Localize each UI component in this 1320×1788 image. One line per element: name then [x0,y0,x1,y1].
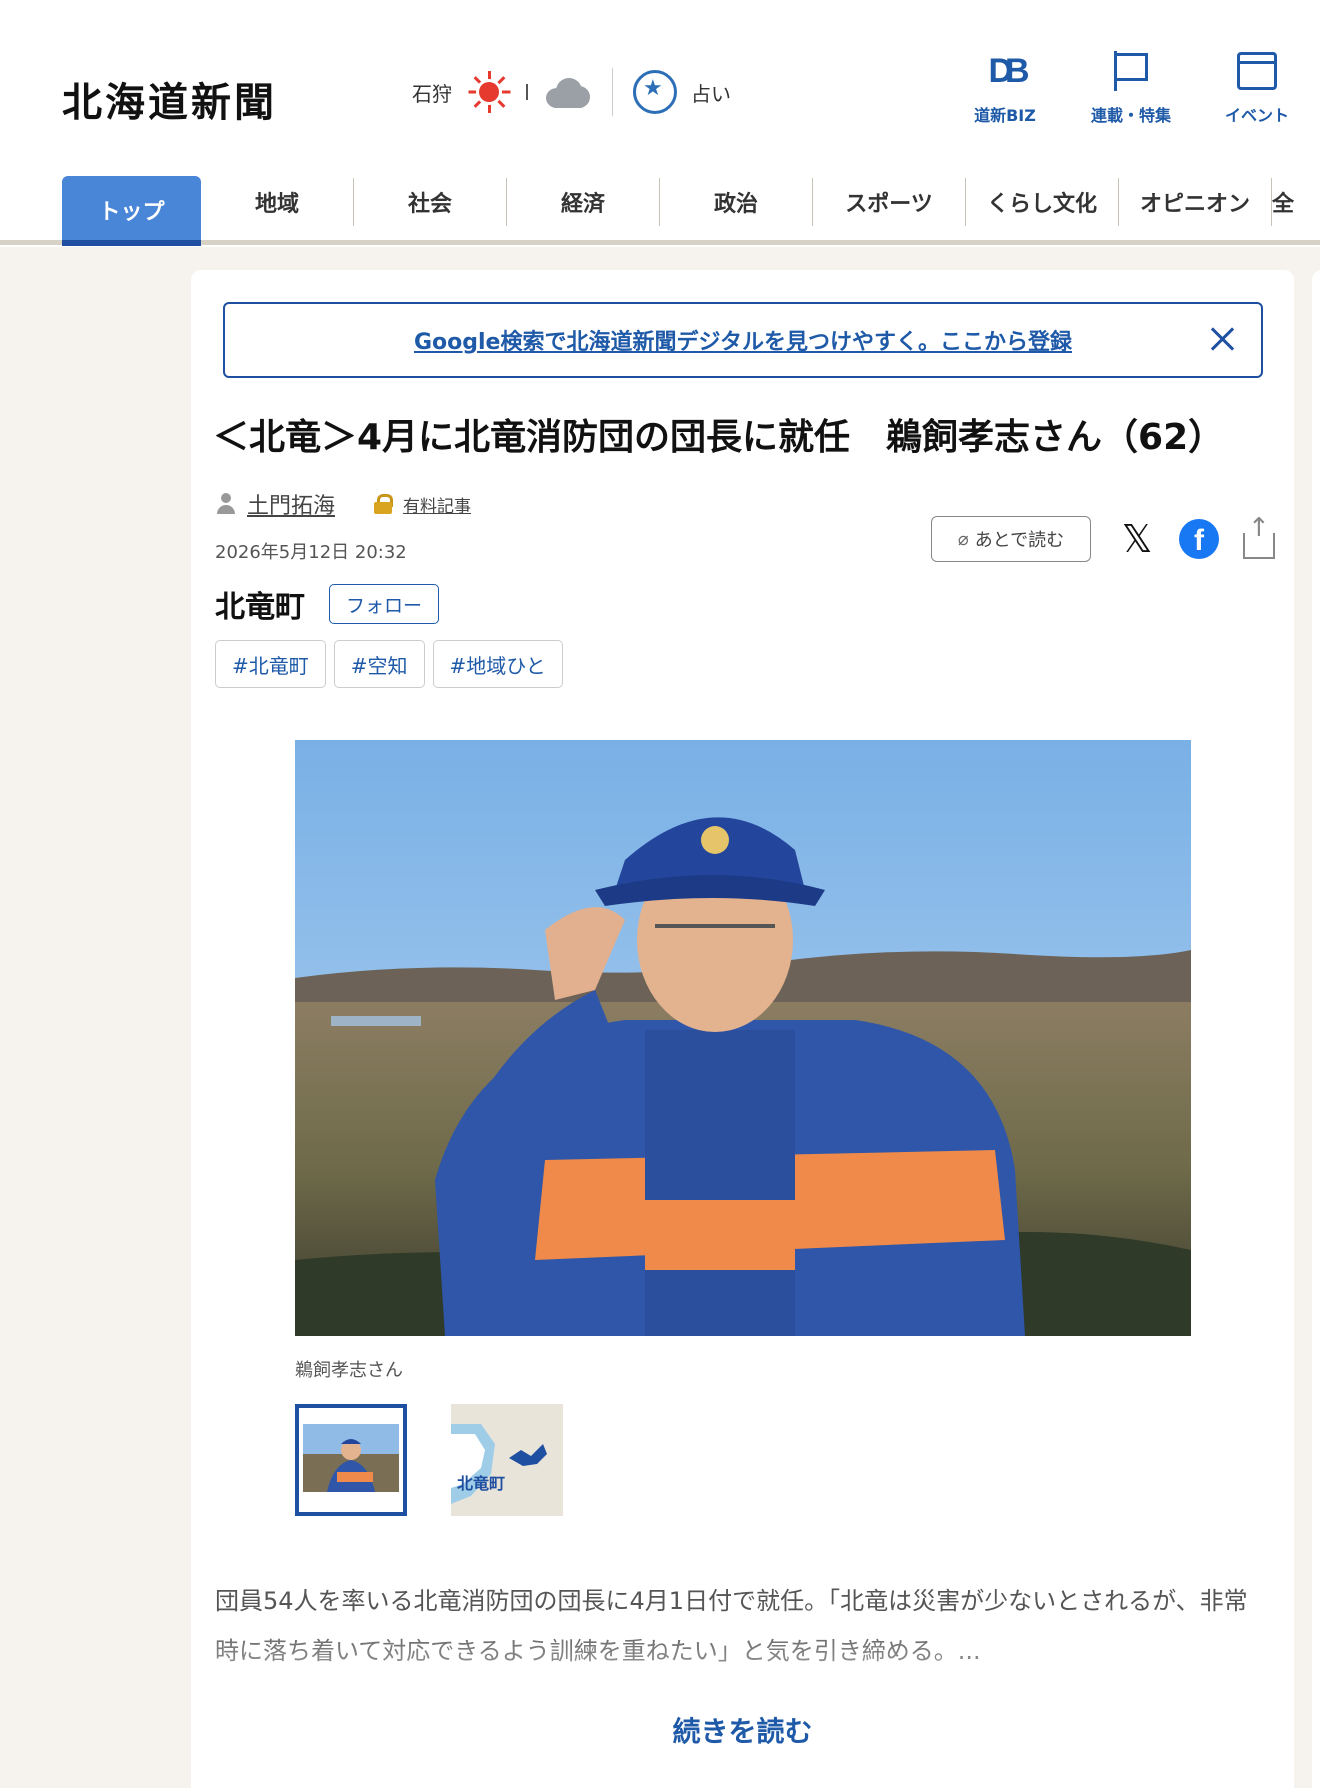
tab-economy[interactable]: 経済 [507,178,660,226]
sun-icon [466,69,512,115]
google-register-banner: Google検索で北海道新聞デジタルを見つけやすく。ここから登録 [223,302,1263,378]
map-illustration [451,1404,563,1516]
tab-all[interactable]: 全 [1272,178,1312,226]
photo-thumbnails: 北竜町 [295,1404,563,1516]
person-icon [215,493,237,515]
dosin-biz-link[interactable]: DB 道新BIZ [942,48,1068,126]
google-register-link[interactable]: Google検索で北海道新聞デジタルを見つけやすく。ここから登録 [414,324,1072,356]
tag-local-people[interactable]: #地域ひと [432,640,563,688]
photo-caption: 鵜飼孝志さん [295,1360,403,1381]
article-actions: ⌀ あとで読む 𝕏 f [931,513,1275,562]
map-label: 北竜町 [457,1474,506,1493]
tag-list: #北竜町 #空知 #地域ひと [215,640,563,688]
thumbnail-photo-image [299,1408,403,1512]
tab-sports[interactable]: スポーツ [813,178,966,226]
db-icon: DB [988,51,1029,90]
weather-divider [526,84,528,100]
share-icon[interactable] [1241,513,1275,559]
series-link[interactable]: 連載・特集 [1068,48,1194,126]
thumbnail-photo[interactable] [295,1404,407,1516]
read-later-button[interactable]: ⌀ あとで読む [931,516,1091,562]
tag-hokuryu[interactable]: #北竜町 [215,640,326,688]
article-headline: ＜北竜＞4月に北竜消防団の団長に就任 鵜飼孝志さん（62） [213,417,1225,458]
tab-culture[interactable]: くらし文化 [966,178,1119,226]
tab-top[interactable]: トップ [62,176,201,244]
fortune-link[interactable]: 占い [691,78,731,107]
article-card: Google検索で北海道新聞デジタルを見つけやすく。ここから登録 ＜北竜＞4月に… [191,270,1294,1788]
tab-society[interactable]: 社会 [354,178,507,226]
sidebar-peek [1312,270,1320,1788]
tab-politics[interactable]: 政治 [660,178,813,226]
read-later-label: あとで読む [974,530,1065,551]
article-body: 団員54人を率いる北竜消防団の団長に4月1日付で就任。「北竜は災害が少ないとされ… [215,1587,1248,1665]
flag-icon [1114,51,1148,91]
area-name: 北竜町 [215,590,305,625]
weather-widget[interactable]: 石狩 占い [412,56,731,128]
area-row: 北竜町 フォロー [215,582,440,626]
photo-illustration [295,740,1191,1336]
read-more-link[interactable]: 続きを読む [191,1710,1294,1750]
publish-date: 2026年5月12日 20:32 [215,542,407,563]
site-logo[interactable]: 北海道新聞 [62,70,277,128]
paid-article-link[interactable]: 有料記事 [403,492,471,517]
header-divider [612,68,613,116]
fortune-icon[interactable] [633,70,677,114]
event-link[interactable]: イベント [1194,48,1320,126]
site-header: 北海道新聞 石狩 占い DB 道新BIZ 連載・特集 イベント [0,0,1320,247]
top-links: DB 道新BIZ 連載・特集 イベント [942,48,1320,126]
weather-prefecture[interactable]: 石狩 [412,78,452,107]
cloud-icon [542,74,592,110]
nav-active-underline [62,240,201,246]
article-photo[interactable] [295,740,1191,1336]
tag-sorachi[interactable]: #空知 [333,640,425,688]
tab-opinion[interactable]: オピニオン [1119,178,1272,226]
close-icon[interactable] [1209,326,1235,352]
byline: 土門拓海 有料記事 [215,488,471,520]
author-link[interactable]: 土門拓海 [247,488,335,520]
lock-icon [373,494,394,514]
follow-button[interactable]: フォロー [329,584,440,624]
category-nav: トップ 地域 社会 経済 政治 スポーツ くらし文化 オピニオン 全 [62,176,1320,244]
calendar-icon [1237,52,1277,90]
x-share-icon[interactable]: 𝕏 [1117,519,1157,559]
facebook-share-icon[interactable]: f [1179,519,1219,559]
tab-region[interactable]: 地域 [201,178,354,226]
paperclip-icon: ⌀ [957,528,969,550]
thumbnail-map[interactable]: 北竜町 [451,1404,563,1516]
